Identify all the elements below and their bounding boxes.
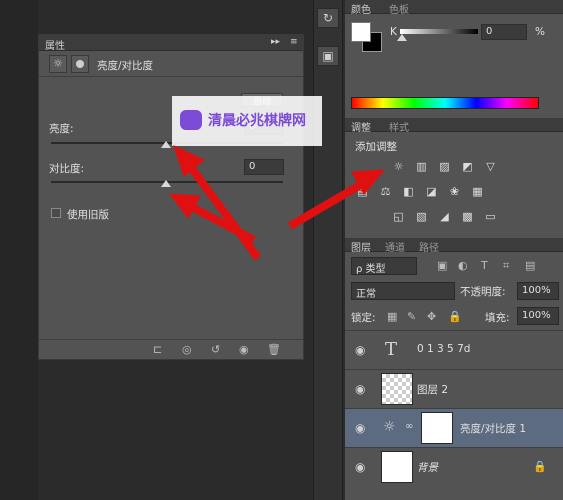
arrow-to-brightness-head: [173, 145, 205, 177]
arrow-to-adjustments: [287, 180, 365, 230]
annotation-arrows: [168, 145, 386, 261]
